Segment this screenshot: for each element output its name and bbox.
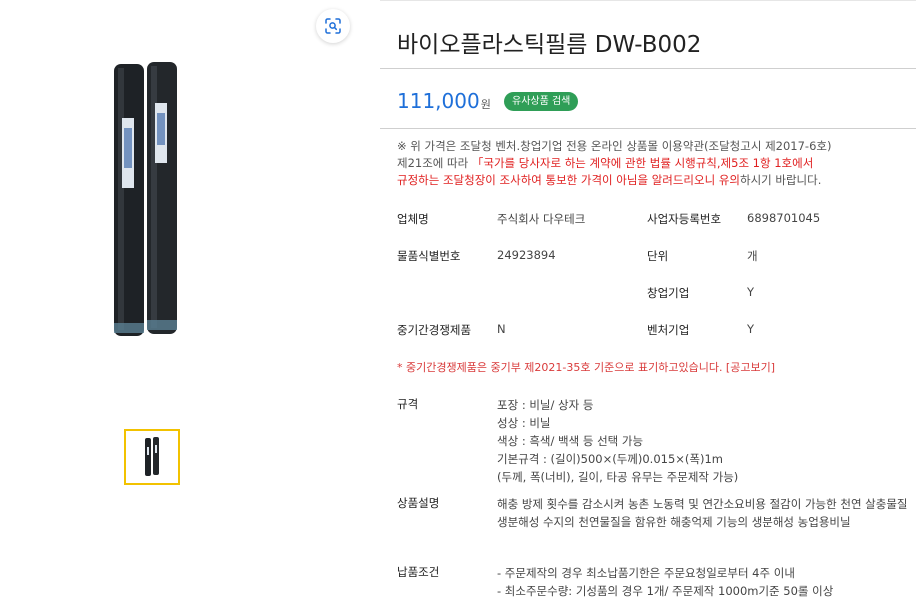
zoom-button[interactable]	[316, 9, 350, 43]
product-detail: 바이오플라스틱필름 DW-B002 111,000원 유사상품 검색 ※ 위 가…	[380, 0, 916, 608]
bizno-label: 사업자등록번호	[647, 212, 722, 226]
spec-line: (두께, 폭(너비), 길이, 타공 유무는 주문제작 가능)	[497, 470, 739, 484]
startup-label: 창업기업	[647, 286, 690, 300]
sme-footnote-link[interactable]: * 중기간경쟁제품은 중기부 제2021-35호 기준으로 표기하고있습니다. …	[397, 359, 775, 375]
notice-line-2-prefix: 제21조에 따라	[397, 156, 472, 170]
delivery-line: - 최소주문수량: 기성품의 경우 1개/ 주문제작 1000m기준 50롤 이…	[497, 584, 834, 598]
notice-line-2: 제21조에 따라 「국가를 당사자로 하는 계약에 관한 법률 시행규칙,제5조…	[397, 155, 909, 172]
description-label: 상품설명	[397, 496, 440, 510]
sme-value: N	[497, 322, 506, 336]
unit-label: 단위	[647, 249, 669, 263]
price-value: 111,000	[397, 89, 480, 113]
price-notice: ※ 위 가격은 조달청 벤처.창업기업 전용 온라인 상품몰 이용약관(조달청고…	[397, 138, 909, 189]
delivery-label: 납품조건	[397, 565, 440, 579]
itemid-value: 24923894	[497, 248, 556, 262]
zoom-scan-icon	[325, 18, 341, 34]
product-title: 바이오플라스틱필름 DW-B002	[397, 32, 702, 58]
price-row: 111,000원 유사상품 검색	[380, 69, 916, 129]
itemid-label: 물품식별번호	[397, 249, 461, 263]
similar-search-button[interactable]: 유사상품 검색	[504, 92, 579, 111]
title-row: 바이오플라스틱필름 DW-B002	[380, 0, 916, 69]
delivery-list: - 주문제작의 경우 최소납품기한은 주문요청일로부터 4주 이내 - 최소주문…	[497, 564, 833, 600]
spec-line: 성상 : 비닐	[497, 416, 551, 430]
venture-label: 벤처기업	[647, 323, 690, 337]
spec-label: 규격	[397, 397, 419, 411]
notice-line-2-red: 「국가를 당사자로 하는 계약에 관한 법률 시행규칙,제5조 1항 1호에서	[471, 156, 814, 170]
product-image	[114, 62, 177, 336]
notice-line-3-red: 규정하는 조달청장이 조사하여 통보한 가격이 아님을 알려드리오니 유의	[397, 173, 740, 187]
notice-line-3-suffix: 하시기 바랍니다.	[740, 173, 822, 187]
bizno-value: 6898701045	[747, 211, 821, 225]
unit-value: 개	[747, 249, 758, 263]
price-unit: 원	[480, 98, 491, 111]
notice-line-1: ※ 위 가격은 조달청 벤처.창업기업 전용 온라인 상품몰 이용약관(조달청고…	[397, 139, 832, 153]
spec-line: 포장 : 비닐/ 상자 등	[497, 398, 594, 412]
thumbnail-1[interactable]	[124, 429, 180, 485]
price: 111,000원	[397, 89, 491, 113]
venture-value: Y	[747, 322, 755, 336]
company-label: 업체명	[397, 212, 429, 226]
delivery-line: - 주문제작의 경우 최소납품기한은 주문요청일로부터 4주 이내	[497, 566, 795, 580]
sme-label: 중기간경쟁제품	[397, 323, 472, 337]
gallery	[0, 0, 380, 608]
notice-line-3: 규정하는 조달청장이 조사하여 통보한 가격이 아님을 알려드리오니 유의하시기…	[397, 172, 909, 189]
startup-value: Y	[747, 285, 755, 299]
thumbnail-image	[145, 437, 159, 476]
spec-line: 기본규격 : (길이)500×(두께)0.015×(폭)1m	[497, 452, 723, 466]
company-value: 주식회사 다우테크	[497, 212, 586, 226]
spec-line: 색상 : 흑색/ 백색 등 선택 가능	[497, 434, 644, 448]
description-text: 해충 방제 횟수를 감소시켜 농촌 노동력 및 연간소요비용 절감이 가능한 천…	[497, 497, 908, 529]
spec-list: 포장 : 비닐/ 상자 등 성상 : 비닐 색상 : 흑색/ 백색 등 선택 가…	[497, 396, 738, 486]
